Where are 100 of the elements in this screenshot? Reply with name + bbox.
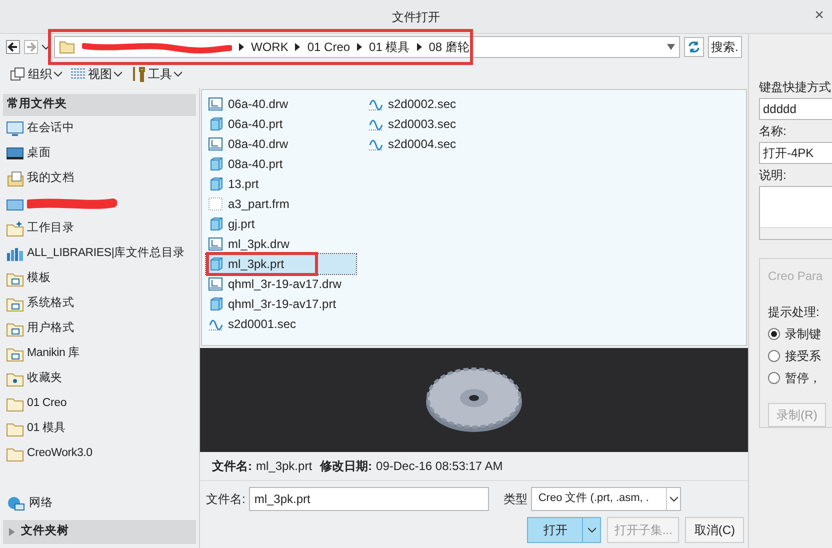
path-segment[interactable]: 08 磨轮 [428, 38, 470, 56]
file-item[interactable]: 06a-40.prt [206, 114, 356, 134]
radio-option[interactable]: 录制键 [768, 325, 832, 343]
file-item[interactable]: 08a-40.drw [206, 134, 356, 154]
file-item[interactable]: s2d0001.sec [206, 314, 356, 334]
sidebar-item[interactable]: 工作目录 [3, 216, 196, 241]
file-item[interactable]: ml_3pk.prt [206, 254, 356, 274]
address-bar[interactable]: WORK 01 Creo 01 模具 08 磨轮 [54, 36, 680, 58]
sidebar-item[interactable]: 收藏夹 [3, 366, 196, 391]
chevron-icon [295, 43, 300, 51]
file-item[interactable]: 08a-40.prt [206, 154, 356, 174]
cancel-button[interactable]: 取消(C) [685, 517, 744, 543]
sketch-file-icon [368, 117, 384, 131]
radio-option[interactable]: 接受系 [768, 347, 832, 365]
back-arrow-icon[interactable] [6, 40, 20, 54]
sidebar-item[interactable]: 模板 [3, 266, 196, 291]
file-item[interactable]: ml_3pk.drw [206, 234, 356, 254]
sidebar-item[interactable]: 桌面 [3, 141, 196, 166]
sketch-file-icon [368, 137, 384, 151]
folder-document-icon [6, 320, 24, 336]
toolbar-menu-button[interactable]: 工具 [130, 65, 182, 83]
documents-icon [6, 170, 24, 186]
caret-icon [42, 44, 50, 50]
folder-document-icon [6, 296, 24, 312]
caret-icon [114, 71, 122, 77]
group-title: Creo Para [768, 268, 824, 285]
file-item[interactable]: s2d0004.sec [366, 134, 516, 154]
field-label: 提示处理: [768, 304, 820, 321]
caret-icon [588, 527, 596, 533]
grid-view-icon [70, 67, 86, 81]
library-icon [6, 246, 24, 262]
chevron-icon [357, 43, 362, 51]
folder-tree-header[interactable]: 文件夹树 [3, 520, 196, 544]
sidebar-item[interactable]: 在会话中 [3, 116, 196, 141]
folder-favorite-icon [6, 370, 24, 386]
sketch-file-icon [368, 97, 384, 111]
description-field[interactable] [759, 186, 832, 240]
sidebar-item[interactable]: 用户格式 [3, 316, 196, 341]
refresh-icon[interactable] [684, 37, 704, 57]
tools-icon [130, 66, 146, 82]
sidebar-item[interactable]: 我的文档 [3, 166, 196, 191]
desktop-icon [6, 146, 24, 162]
file-item[interactable]: qhml_3r-19-av17.prt [206, 294, 356, 314]
close-button[interactable]: × [814, 8, 824, 24]
path-segment[interactable]: 01 Creo [307, 38, 350, 56]
monitor-icon [6, 120, 24, 136]
folder-icon [6, 420, 24, 436]
sidebar-item[interactable]: ALL_LIBRARIES|库文件总目录 [3, 241, 196, 266]
file-item[interactable]: a3_part.frm [206, 194, 356, 214]
file-item[interactable]: s2d0002.sec [366, 94, 516, 114]
folder-star-icon [6, 220, 24, 236]
field-label: 名称: [759, 123, 788, 140]
network-globe-icon [7, 496, 25, 512]
field-label: 键盘快捷方式 [759, 79, 832, 96]
drawing-file-icon [208, 137, 224, 151]
file-item[interactable]: 13.prt [206, 174, 356, 194]
path-segment[interactable]: WORK [251, 38, 288, 56]
sidebar-item[interactable]: Manikin 库 [3, 341, 196, 366]
file-item[interactable]: s2d0003.sec [366, 114, 516, 134]
field-label: 说明: [759, 167, 788, 184]
info-label: 修改日期: [320, 458, 372, 475]
folder-document-icon [6, 346, 24, 362]
search-field[interactable]: 搜索. [708, 36, 742, 58]
file-item[interactable]: qhml_3r-19-av17.drw [206, 274, 356, 294]
sidebar-item[interactable]: 01 模具 [3, 416, 196, 441]
file-item[interactable]: gj.prt [206, 214, 356, 234]
type-dropdown[interactable]: Creo 文件 (.prt, .asm, . [531, 486, 682, 510]
chevron-icon [416, 43, 422, 51]
cube-icon [208, 257, 224, 271]
folder-icon [6, 396, 24, 412]
radio-option[interactable]: 暂停， [768, 369, 832, 387]
file-item[interactable]: 06a-40.drw [206, 94, 356, 114]
field-label: 类型 [503, 490, 528, 508]
info-value: 09-Dec-16 08:53:17 AM [376, 458, 503, 475]
open-button[interactable]: 打开 [527, 517, 584, 543]
info-label: 文件名: [212, 458, 252, 475]
sketch-file-icon [208, 317, 224, 331]
filename-field[interactable]: ml_3pk.prt [249, 486, 490, 510]
sidebar-item[interactable]: 系统格式 [3, 291, 196, 316]
field-label: 文件名: [206, 490, 246, 508]
sidebar-item[interactable]: 网络 [3, 491, 196, 516]
name-field[interactable]: 打开-4PK [759, 142, 832, 164]
shortcut-field[interactable]: ddddd [759, 98, 832, 120]
toolbar-menu-button[interactable]: 组织 [10, 65, 62, 83]
sidebar-header[interactable]: 常用文件夹 [3, 94, 196, 116]
folder-icon [59, 40, 75, 54]
sidebar-item[interactable]: CreoWork3.0 [3, 441, 196, 466]
frame-file-icon [208, 197, 224, 211]
drawing-file-icon [208, 237, 224, 251]
cube-icon [208, 117, 224, 131]
info-value: ml_3pk.prt [256, 458, 312, 475]
drawing-file-icon [208, 97, 224, 111]
drawing-file-icon [208, 277, 224, 291]
dropdown-arrow-icon[interactable] [667, 44, 675, 50]
path-segment[interactable]: 01 模具 [369, 38, 410, 56]
caret-icon [174, 71, 182, 77]
copy-pages-icon [10, 67, 26, 81]
toolbar-menu-button[interactable]: 视图 [70, 65, 122, 83]
open-options-button[interactable] [583, 517, 602, 543]
sidebar-item[interactable]: 01 Creo [3, 391, 196, 416]
